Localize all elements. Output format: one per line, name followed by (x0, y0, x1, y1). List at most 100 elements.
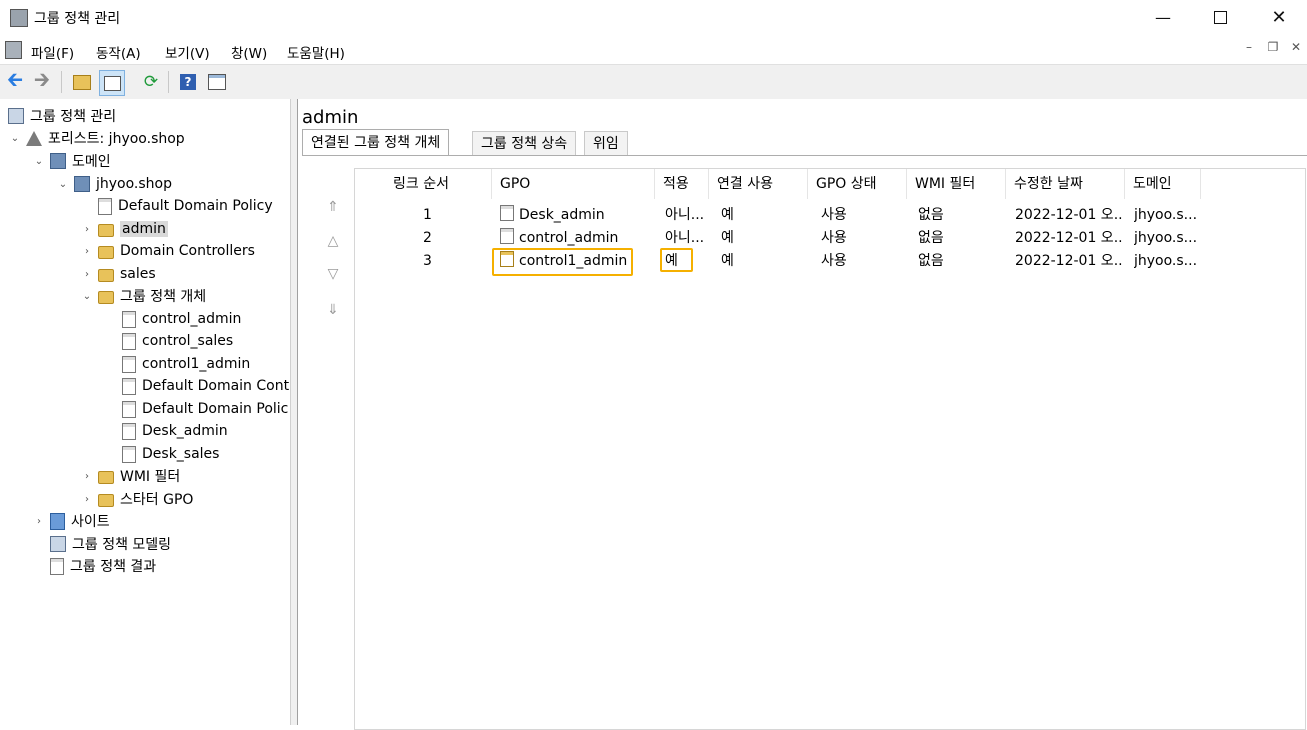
chevron-right-icon[interactable]: › (80, 224, 94, 235)
linked-gpo-table: 링크 순서 GPO 적용 연결 사용 GPO 상태 WMI 필터 수정한 날짜 … (354, 168, 1306, 730)
tree-item-domains[interactable]: ⌄ 도메인 (32, 150, 111, 172)
domains-icon (50, 153, 66, 169)
tree-item-domain[interactable]: ⌄ jhyoo.shop (56, 173, 172, 195)
chevron-right-icon[interactable]: › (80, 269, 94, 280)
chevron-right-icon[interactable]: › (80, 494, 94, 505)
gpo-link-icon (98, 197, 112, 215)
tree-item-modeling[interactable]: 그룹 정책 모델링 (50, 533, 171, 555)
tree-item-wmi-filters[interactable]: › WMI 필터 (80, 465, 180, 487)
column-header-enforced[interactable]: 적용 (655, 169, 709, 199)
move-down-icon[interactable]: ▽ (322, 266, 344, 286)
tree-item-gpo[interactable]: Desk_admin (122, 420, 228, 442)
cell-link-enabled: 예 (721, 207, 734, 223)
maximize-icon[interactable] (1197, 0, 1243, 34)
cell-gpo: control_admin (500, 227, 618, 250)
tree-item-gpo[interactable]: control_admin (122, 308, 241, 330)
tab-content: ⇑ △ ▽ ⇓ 링크 순서 GPO 적용 연결 사용 GPO 상태 WMI 필터… (302, 155, 1307, 730)
mdi-close-icon[interactable]: ✕ (1285, 40, 1307, 58)
menu-help[interactable]: 도움말(H) (287, 42, 345, 62)
close-icon[interactable]: ✕ (1256, 0, 1302, 34)
cell-gpo-status: 사용 (821, 230, 847, 246)
table-row[interactable]: 1 Desk_admin 아니... 예 사용 없음 2022-12-01 오.… (355, 204, 1303, 227)
move-to-bottom-icon[interactable]: ⇓ (322, 302, 344, 322)
tree-item-gpo-container[interactable]: ⌄ 그룹 정책 개체 (80, 285, 206, 307)
cell-gpo-status: 사용 (821, 207, 847, 223)
tree-label: jhyoo.shop (96, 176, 173, 192)
properties-icon[interactable] (205, 70, 229, 94)
back-arrow-icon[interactable]: 🡰 (3, 67, 27, 94)
column-header-gpo[interactable]: GPO (492, 169, 655, 199)
gpo-icon (122, 422, 136, 440)
console-tree: 그룹 정책 관리 ⌄ 포리스트: jhyoo.shop ⌄ 도메인 ⌄ jhyo… (0, 99, 291, 725)
chevron-right-icon[interactable]: › (32, 516, 46, 527)
menu-file[interactable]: 파일(F) (31, 42, 74, 62)
tree-label: 포리스트: jhyoo.shop (48, 131, 185, 147)
highlight-box-gpo (492, 248, 633, 276)
tree-label: WMI 필터 (120, 469, 181, 485)
gpo-icon (122, 355, 136, 373)
tree-item-gpo[interactable]: Desk_sales (122, 443, 219, 465)
page-title: admin (302, 107, 359, 128)
title-bar: 그룹 정책 관리 — ✕ (0, 0, 1307, 36)
gpo-link-icon (500, 205, 514, 221)
cell-enforced: 아니... (665, 230, 705, 246)
tab-inheritance[interactable]: 그룹 정책 상속 (472, 131, 577, 156)
chevron-right-icon[interactable]: › (80, 246, 94, 257)
domain-icon (74, 176, 90, 192)
up-folder-icon[interactable] (70, 70, 94, 94)
minimize-icon[interactable]: — (1140, 0, 1186, 34)
cell-link-order: 3 (423, 253, 432, 269)
chevron-down-icon[interactable]: ⌄ (32, 156, 46, 167)
tab-linked-gpos[interactable]: 연결된 그룹 정책 개체 (302, 129, 450, 156)
tree-item-ou-admin[interactable]: › admin (80, 218, 168, 240)
tree-item-ou-sales[interactable]: › sales (80, 263, 156, 285)
column-header-link-enabled[interactable]: 연결 사용 (709, 169, 808, 199)
tree-item-sites[interactable]: › 사이트 (32, 510, 110, 532)
chevron-down-icon[interactable]: ⌄ (80, 291, 94, 302)
highlight-box-enforced (660, 248, 693, 272)
column-header-domain[interactable]: 도메인 (1125, 169, 1201, 199)
tree-item-root[interactable]: 그룹 정책 관리 (8, 105, 116, 127)
cell-link-enabled: 예 (721, 230, 734, 246)
column-header-wmi-filter[interactable]: WMI 필터 (907, 169, 1006, 199)
cell-wmi-filter: 없음 (918, 207, 944, 223)
results-icon (50, 557, 64, 575)
move-to-top-icon[interactable]: ⇑ (322, 199, 344, 219)
menu-view[interactable]: 보기(V) (165, 42, 210, 62)
tree-item-ou-domain-controllers[interactable]: › Domain Controllers (80, 240, 255, 262)
table-row[interactable]: 2 control_admin 아니... 예 사용 없음 2022-12-01… (355, 227, 1303, 250)
menu-action[interactable]: 동작(A) (96, 42, 141, 62)
tree-item-default-domain-policy-link[interactable]: Default Domain Policy (98, 195, 273, 217)
gpo-folder-icon (98, 291, 114, 304)
tree-label: Domain Controllers (120, 243, 255, 259)
cell-domain: jhyoo.s... (1134, 253, 1198, 269)
forward-arrow-icon[interactable]: 🡲 (30, 67, 54, 94)
cell-domain: jhyoo.s... (1134, 230, 1198, 246)
tab-delegation[interactable]: 위임 (584, 131, 628, 156)
tree-item-forest[interactable]: ⌄ 포리스트: jhyoo.shop (8, 127, 185, 149)
chevron-right-icon[interactable]: › (80, 471, 94, 482)
column-header-modified[interactable]: 수정한 날짜 (1006, 169, 1125, 199)
column-header-link-order[interactable]: 링크 순서 (355, 169, 492, 199)
show-hide-tree-icon[interactable] (99, 70, 125, 96)
chevron-down-icon[interactable]: ⌄ (8, 133, 22, 144)
tree-item-gpo[interactable]: control_sales (122, 330, 233, 352)
gpo-icon (122, 400, 136, 418)
chevron-down-icon[interactable]: ⌄ (56, 179, 70, 190)
cell-link-order: 1 (423, 207, 432, 223)
mdi-minimize-icon[interactable]: – (1238, 40, 1260, 58)
mdi-restore-icon[interactable]: ❐ (1262, 40, 1284, 58)
gpo-icon (122, 377, 136, 395)
refresh-icon[interactable]: ⟳ (139, 70, 163, 94)
tree-item-gpo[interactable]: Default Domain Polic (122, 398, 288, 420)
help-icon[interactable]: ? (176, 70, 200, 94)
column-header-gpo-status[interactable]: GPO 상태 (808, 169, 907, 199)
tree-item-starter-gpo[interactable]: › 스타터 GPO (80, 488, 193, 510)
menu-window[interactable]: 창(W) (231, 42, 267, 62)
tree-item-results[interactable]: 그룹 정책 결과 (50, 555, 156, 577)
forest-icon (26, 130, 42, 146)
gpmc-icon (8, 108, 24, 124)
tree-item-gpo[interactable]: control1_admin (122, 353, 250, 375)
tree-item-gpo[interactable]: Default Domain Cont (122, 375, 289, 397)
move-up-icon[interactable]: △ (322, 233, 344, 253)
